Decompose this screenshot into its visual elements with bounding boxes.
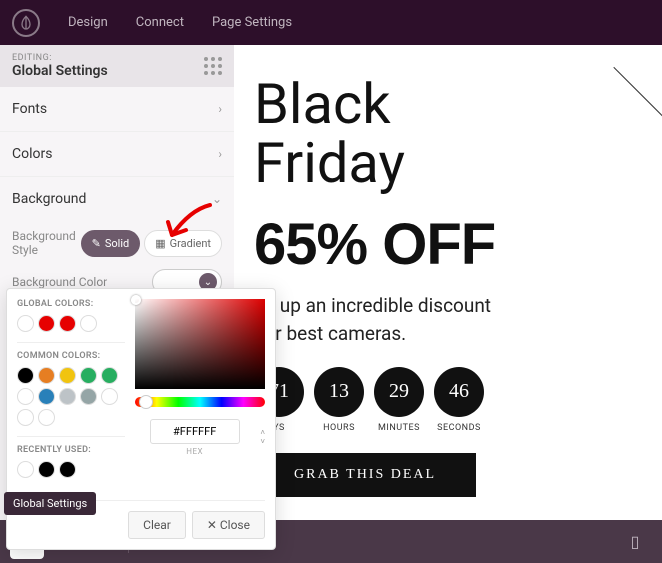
color-swatch[interactable] [17,367,34,384]
mobile-icon: ▯ [631,532,640,551]
pencil-icon: ✎ [92,237,101,250]
saturation-box[interactable] [135,299,265,389]
recent-swatches [17,461,125,478]
chevron-right-icon: › [218,102,222,116]
recent-colors-label: RECENTLY USED: [17,445,125,455]
color-swatch[interactable] [80,315,97,332]
saturation-handle[interactable] [131,295,141,305]
color-swatch[interactable] [17,461,34,478]
bg-style-label: Background Style [12,229,81,257]
app-logo[interactable] [12,9,40,37]
chevron-down-icon: ⌄ [212,192,222,206]
countdown-seconds: 46SECONDS [434,367,484,433]
clear-button[interactable]: Clear [128,511,186,539]
tooltip: Global Settings [4,492,96,515]
solid-button[interactable]: ✎Solid [81,230,141,257]
bg-style-toggle: ✎Solid ▦Gradient [81,230,222,257]
color-swatch[interactable] [101,388,118,405]
subtext: ap up an incredible discount our best ca… [254,292,642,349]
hex-input[interactable] [150,419,240,444]
countdown-minutes: 29MINUTES [374,367,424,433]
countdown-hours: 13HOURS [314,367,364,433]
top-nav: Design Connect Page Settings [0,0,662,45]
nav-page-settings[interactable]: Page Settings [212,15,292,30]
color-swatch[interactable] [17,315,34,332]
hue-handle[interactable] [139,395,153,409]
panel-header: EDITING: Global Settings [0,45,234,87]
color-swatch[interactable] [59,367,76,384]
color-swatch[interactable] [38,409,55,426]
hex-label: HEX [135,447,254,456]
section-label: Colors [12,146,52,162]
section-colors[interactable]: Colors › [0,132,234,177]
color-swatch[interactable] [101,367,118,384]
panel-title: Global Settings [12,63,108,79]
color-swatch[interactable] [80,367,97,384]
color-swatch[interactable] [80,388,97,405]
color-swatch[interactable] [17,409,34,426]
color-swatch[interactable] [17,388,34,405]
global-colors-label: GLOBAL COLORS: [17,299,125,309]
gradient-icon: ▦ [155,237,165,250]
stepper-up-icon[interactable]: ˄ [260,429,265,437]
section-label: Background [12,191,86,207]
color-swatch[interactable] [59,388,76,405]
stepper-down-icon[interactable]: ˅ [260,438,265,446]
common-swatches [17,367,125,426]
color-swatch[interactable] [59,315,76,332]
preview-canvas: Black Friday 65% OFF ap up an incredible… [234,45,662,520]
close-button[interactable]: ✕ Close [192,511,265,539]
color-swatch[interactable] [59,461,76,478]
discount-text: 65% OFF [254,211,642,278]
color-swatch[interactable] [38,461,55,478]
section-fonts[interactable]: Fonts › [0,87,234,132]
cta-button[interactable]: GRAB THIS DEAL [254,453,476,497]
bg-color-label: Background Color [12,275,107,289]
drag-handle-icon[interactable] [204,57,222,75]
swatch-panel: GLOBAL COLORS: COMMON COLORS: RECENTLY U… [17,299,125,488]
hex-stepper[interactable]: ˄˅ [260,429,265,446]
device-preview-button[interactable]: ▯ [618,525,652,559]
color-swatch[interactable] [38,315,55,332]
section-label: Fonts [12,101,47,117]
section-background[interactable]: Background ⌄ [0,177,234,221]
color-gradient-panel: HEX ˄˅ [135,299,265,488]
nav-connect[interactable]: Connect [136,15,184,30]
chevron-right-icon: › [218,147,222,161]
gradient-button[interactable]: ▦Gradient [144,230,222,257]
hue-slider[interactable] [135,397,265,407]
color-swatch[interactable] [38,388,55,405]
global-swatches [17,315,125,332]
common-colors-label: COMMON COLORS: [17,351,125,361]
close-icon: ✕ [207,518,220,532]
nav-design[interactable]: Design [68,15,108,30]
editing-label: EDITING: [12,53,108,63]
countdown: 71YS 13HOURS 29MINUTES 46SECONDS [254,367,642,433]
headline-text: Black Friday [254,75,642,193]
color-swatch[interactable] [38,367,55,384]
